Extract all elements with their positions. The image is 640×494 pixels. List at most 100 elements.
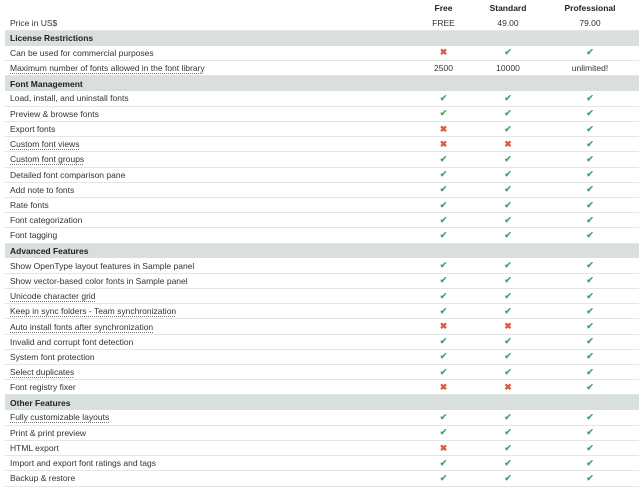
feature-row: Font registry fixer ✖ ✖ ✔ — [5, 379, 639, 396]
feature-label: Detailed font comparison pane — [5, 167, 412, 183]
check-icon: ✔ — [586, 472, 594, 483]
feature-label-cell: Custom font groups — [5, 151, 412, 168]
value-free: ✔ — [412, 197, 475, 214]
section-header: Advanced Features — [5, 243, 639, 259]
cross-icon: ✖ — [504, 381, 512, 392]
price-label: Price in US$ — [5, 15, 412, 31]
feature-label-link[interactable]: Custom font groups — [10, 154, 84, 164]
value-standard: ✔ — [475, 303, 541, 320]
cross-icon: ✖ — [504, 138, 512, 149]
check-icon: ✔ — [586, 229, 594, 240]
value-professional: ✔ — [541, 45, 639, 62]
section-title: Other Features — [5, 394, 639, 411]
section-header: Font Management — [5, 75, 639, 92]
feature-row: Detailed font comparison pane ✔ ✔ ✔ — [5, 167, 639, 183]
check-icon: ✔ — [439, 366, 448, 377]
feature-row: Invalid and corrupt font detection ✔ ✔ ✔ — [5, 334, 639, 350]
value-free: 2500 — [412, 60, 475, 77]
check-icon: ✔ — [586, 214, 594, 225]
feature-label: Show vector-based color fonts in Sample … — [5, 273, 412, 290]
feature-row: Custom font views ✖ ✖ ✔ — [5, 136, 639, 153]
check-icon: ✔ — [439, 184, 448, 195]
feature-label: Can be used for commercial purposes — [5, 45, 412, 62]
feature-label-link[interactable]: Auto install fonts after synchronization — [10, 322, 153, 332]
check-icon: ✔ — [586, 427, 594, 438]
value-standard: ✔ — [475, 167, 541, 183]
value-free: ✖ — [412, 45, 475, 62]
check-icon: ✔ — [504, 229, 512, 240]
value-standard: ✔ — [475, 349, 541, 366]
feature-label: Preview & browse fonts — [5, 106, 412, 123]
feature-label-link[interactable]: Keep in sync folders - Team synchronizat… — [10, 306, 176, 316]
feature-row: Fully customizable layouts ✔ ✔ ✔ — [5, 410, 639, 426]
feature-label: Show OpenType layout features in Sample … — [5, 258, 412, 274]
value-free: ✔ — [412, 455, 475, 472]
feature-label: Font registry fixer — [5, 379, 412, 396]
check-icon: ✔ — [504, 305, 512, 316]
feature-label-link[interactable]: Select duplicates — [10, 367, 74, 377]
feature-label-link[interactable]: Unicode character grid — [10, 291, 96, 301]
check-icon: ✔ — [504, 275, 512, 286]
value-standard: ✔ — [475, 197, 541, 214]
check-icon: ✔ — [439, 336, 448, 347]
check-icon: ✔ — [586, 260, 594, 271]
cross-icon: ✖ — [504, 321, 512, 332]
section-title: Font Management — [5, 75, 639, 92]
check-icon: ✔ — [586, 199, 594, 210]
value-free: ✔ — [412, 258, 475, 274]
feature-row: Keep in sync folders - Team synchronizat… — [5, 303, 639, 320]
check-icon: ✔ — [439, 411, 448, 422]
value-standard: ✔ — [475, 212, 541, 229]
value-free: ✔ — [412, 227, 475, 244]
value-free: ✖ — [412, 121, 475, 138]
feature-label: HTML export — [5, 440, 412, 457]
feature-row: Export fonts ✖ ✔ ✔ — [5, 121, 639, 138]
feature-label-cell: Custom font views — [5, 136, 412, 153]
check-icon: ✔ — [586, 153, 594, 164]
cross-icon: ✖ — [439, 381, 448, 392]
value-standard: ✔ — [475, 258, 541, 274]
check-icon: ✔ — [439, 275, 448, 286]
feature-label: Export fonts — [5, 121, 412, 138]
check-icon: ✔ — [504, 457, 512, 468]
value-standard: ✔ — [475, 440, 541, 457]
value-free: ✔ — [412, 349, 475, 366]
check-icon: ✔ — [504, 169, 512, 180]
value-standard: ✔ — [475, 410, 541, 426]
feature-label: Font categorization — [5, 212, 412, 229]
value-professional: ✔ — [541, 258, 639, 274]
feature-label-link[interactable]: Maximum number of fonts allowed in the f… — [10, 63, 205, 73]
feature-label-cell: Maximum number of fonts allowed in the f… — [5, 60, 412, 77]
value-professional: ✔ — [541, 349, 639, 366]
value-professional: ✔ — [541, 410, 639, 426]
feature-label-link[interactable]: Fully customizable layouts — [10, 412, 109, 422]
check-icon: ✔ — [439, 108, 448, 119]
feature-row: Font tagging ✔ ✔ ✔ — [5, 227, 639, 244]
value-free: ✔ — [412, 364, 475, 381]
header-professional: Professional — [564, 2, 616, 13]
value-free: ✔ — [412, 91, 475, 107]
check-icon: ✔ — [439, 92, 448, 103]
feature-label: System font protection — [5, 349, 412, 366]
value-standard: ✖ — [475, 136, 541, 153]
feature-row: Backup & restore ✔ ✔ ✔ — [5, 470, 639, 487]
value-free: ✔ — [412, 303, 475, 320]
value-professional: ✔ — [541, 121, 639, 138]
feature-label: Font tagging — [5, 227, 412, 244]
check-icon: ✔ — [504, 47, 512, 58]
value-free: ✔ — [412, 425, 475, 441]
value-standard: ✔ — [475, 227, 541, 244]
feature-row: Can be used for commercial purposes ✖ ✔ ✔ — [5, 45, 639, 62]
feature-row: Import and export font ratings and tags ✔… — [5, 455, 639, 472]
check-icon: ✔ — [586, 351, 594, 362]
check-icon: ✔ — [504, 336, 512, 347]
feature-label-link[interactable]: Custom font views — [10, 139, 79, 149]
check-icon: ✔ — [439, 351, 448, 362]
value-professional: ✔ — [541, 151, 639, 168]
value-free: ✔ — [412, 470, 475, 487]
price-row: Price in US$ FREE 49.00 79.00 — [5, 15, 639, 31]
feature-row: Font categorization ✔ ✔ ✔ — [5, 212, 639, 229]
value-professional: ✔ — [541, 136, 639, 153]
value-free: ✔ — [412, 288, 475, 305]
check-icon: ✔ — [586, 275, 594, 286]
